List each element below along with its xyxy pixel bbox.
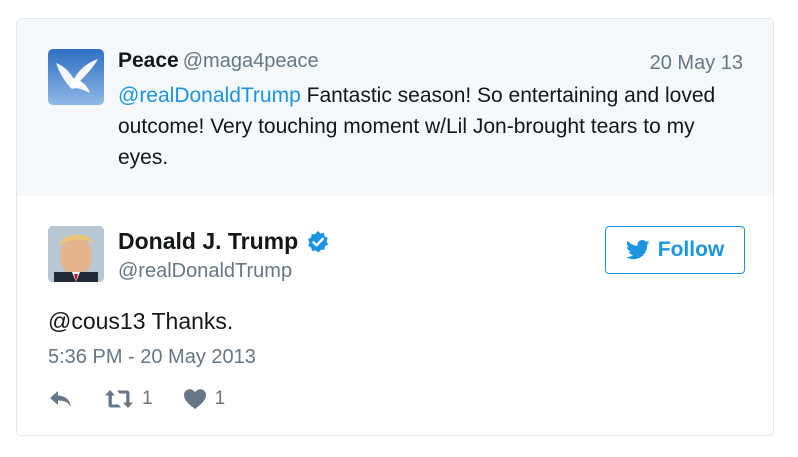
reply-header: Peace @maga4peace 20 May 13 — [118, 49, 743, 79]
author-name[interactable]: Donald J. Trump — [118, 228, 298, 255]
dove-avatar-image — [48, 49, 104, 105]
like-action[interactable]: 1 — [183, 388, 226, 410]
reply-icon — [50, 391, 71, 407]
reply-text: @realDonaldTrump Fantastic season! So en… — [118, 80, 738, 173]
tweet-actions: 1 1 — [48, 388, 225, 410]
author-avatar[interactable] — [48, 226, 104, 282]
profile-avatar-image — [48, 226, 104, 282]
reply-author-handle[interactable]: @maga4peace — [183, 50, 319, 72]
reply-mention-link[interactable]: @realDonaldTrump — [118, 84, 301, 107]
tweet-text: @cous13 Thanks. — [48, 308, 234, 334]
in-reply-to-section: Peace @maga4peace 20 May 13 @realDonaldTr… — [17, 19, 773, 196]
author-handle[interactable]: @realDonaldTrump — [118, 260, 292, 283]
reply-date[interactable]: 20 May 13 — [650, 52, 743, 75]
retweet-count: 1 — [142, 388, 153, 409]
retweet-action[interactable]: 1 — [104, 388, 153, 410]
like-count: 1 — [214, 388, 226, 409]
follow-label: Follow — [657, 238, 725, 261]
reply-author-name[interactable]: Peace — [118, 49, 179, 72]
follow-button[interactable]: Follow — [605, 226, 745, 274]
twitter-bird-icon — [625, 240, 650, 260]
retweet-icon — [105, 390, 133, 408]
reply-action[interactable] — [48, 388, 74, 410]
reply-author-avatar[interactable] — [48, 49, 104, 105]
author-name-row: Donald J. Trump — [118, 228, 330, 255]
embedded-tweet-card: Peace @maga4peace 20 May 13 @realDonaldTr… — [16, 18, 774, 436]
tweet-timestamp[interactable]: 5:36 PM - 20 May 2013 — [48, 346, 256, 369]
verified-badge-icon — [306, 230, 330, 254]
heart-icon — [183, 389, 206, 409]
